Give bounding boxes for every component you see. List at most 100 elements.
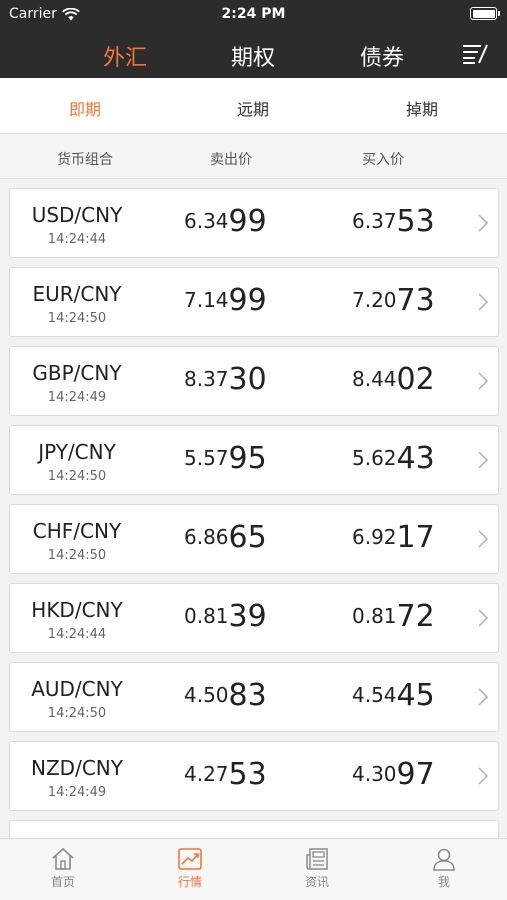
quote-row[interactable]: JPY/CNY 14:24:50 5.5795 5.6243 (9, 425, 499, 495)
sub-tabs: 即期 远期 掉期 (0, 78, 507, 134)
buy-price: 4.5445 (352, 678, 435, 713)
sell-price-prefix: 7.14 (184, 288, 229, 312)
tab-forex[interactable]: 外汇 (80, 40, 170, 72)
main-tabs: 外汇 期权 债券 (0, 30, 507, 78)
sell-price: 5.5795 (184, 441, 267, 476)
sell-price-pips: 95 (228, 441, 267, 476)
buy-price: 6.3753 (352, 204, 435, 239)
buy-price: 8.4402 (352, 362, 435, 397)
currency-pair: NZD/CNY (31, 756, 123, 780)
buy-price-pips: 72 (396, 599, 435, 634)
chevron-right-icon (478, 688, 489, 706)
quote-row[interactable]: EUR/CNY 14:24:50 7.1499 7.2073 (9, 267, 499, 337)
sell-price-pips: 30 (228, 362, 267, 397)
buy-price-pips: 73 (396, 283, 435, 318)
currency-pair: CHF/CNY (32, 519, 122, 543)
quote-time: 14:24:50 (47, 548, 107, 563)
tab-home-label: 首页 (50, 875, 75, 889)
top-bar: Carrier 2:24 PM 外汇 期权 债券 (0, 0, 507, 78)
buy-price-prefix: 6.92 (352, 525, 397, 549)
quote-row[interactable]: CHF/CNY 14:24:50 6.8665 6.9217 (9, 504, 499, 574)
quote-row[interactable]: GBP/CNY 14:24:49 8.3730 8.4402 (9, 346, 499, 416)
quote-time: 14:24:50 (47, 469, 107, 484)
tab-options[interactable]: 期权 (208, 40, 298, 72)
sell-price-pips: 65 (228, 520, 267, 555)
sell-price: 4.2753 (184, 757, 267, 792)
buy-price-pips: 97 (396, 757, 435, 792)
chevron-right-icon (478, 214, 489, 232)
home-icon (52, 847, 74, 870)
sell-price-pips: 53 (228, 757, 267, 792)
buy-price-pips: 45 (396, 678, 435, 713)
chevron-right-icon (478, 293, 489, 311)
sell-price-pips: 83 (228, 678, 267, 713)
sort-menu-icon[interactable] (461, 42, 489, 66)
currency-pair: USD/CNY (31, 203, 123, 227)
sell-price-prefix: 4.27 (184, 762, 229, 786)
tab-market[interactable]: 行情 (140, 847, 240, 890)
tab-news[interactable]: 资讯 (267, 847, 367, 890)
buy-price-prefix: 0.81 (352, 604, 397, 628)
sell-price-prefix: 8.37 (184, 367, 229, 391)
quote-time: 14:24:50 (47, 311, 107, 326)
quote-time: 14:24:44 (47, 627, 107, 642)
sell-price-prefix: 4.50 (184, 683, 229, 707)
column-header: 货币组合 卖出价 买入价 (0, 135, 507, 179)
buy-price-pips: 02 (396, 362, 435, 397)
column-buy: 买入价 (362, 152, 404, 168)
buy-price-prefix: 8.44 (352, 367, 397, 391)
chevron-right-icon (478, 767, 489, 785)
tab-market-label: 行情 (177, 875, 202, 889)
subtab-forward[interactable]: 远期 (203, 96, 303, 120)
sell-price-prefix: 0.81 (184, 604, 229, 628)
status-time: 2:24 PM (221, 6, 286, 22)
tab-home[interactable]: 首页 (13, 847, 113, 890)
quote-row[interactable]: NZD/CNY 14:24:49 4.2753 4.3097 (9, 741, 499, 811)
chevron-right-icon (478, 451, 489, 469)
sell-price-pips: 99 (228, 204, 267, 239)
subtab-spot[interactable]: 即期 (35, 96, 135, 120)
battery-icon (470, 7, 500, 20)
currency-pair: JPY/CNY (38, 440, 116, 464)
sell-price: 4.5083 (184, 678, 267, 713)
news-icon (306, 848, 328, 870)
buy-price-pips: 17 (396, 520, 435, 555)
buy-price-prefix: 4.54 (352, 683, 397, 707)
buy-price: 0.8172 (352, 599, 435, 634)
quote-time: 14:24:44 (47, 232, 107, 247)
profile-icon (433, 848, 455, 871)
quote-row[interactable]: USD/CNY 14:24:44 6.3499 6.3753 (9, 188, 499, 258)
tab-bonds[interactable]: 债券 (337, 40, 427, 72)
sell-price-pips: 99 (228, 283, 267, 318)
buy-price: 6.9217 (352, 520, 435, 555)
quote-row-partial[interactable] (9, 820, 499, 838)
buy-price: 4.3097 (352, 757, 435, 792)
buy-price: 7.2073 (352, 283, 435, 318)
tab-news-label: 资讯 (304, 875, 329, 889)
quote-time: 14:24:49 (47, 390, 107, 405)
tab-profile[interactable]: 我 (394, 847, 494, 890)
buy-price: 5.6243 (352, 441, 435, 476)
chevron-right-icon (478, 530, 489, 548)
bottom-tab-bar: 首页 行情 资讯 我 (0, 838, 507, 900)
currency-pair: HKD/CNY (31, 598, 123, 622)
sell-price: 6.3499 (184, 204, 267, 239)
column-sell: 卖出价 (210, 152, 252, 168)
sell-price-pips: 39 (228, 599, 267, 634)
subtab-swap[interactable]: 掉期 (372, 96, 472, 120)
currency-pair: EUR/CNY (32, 282, 122, 306)
quote-row[interactable]: HKD/CNY 14:24:44 0.8139 0.8172 (9, 583, 499, 653)
chevron-right-icon (478, 609, 489, 627)
status-bar: Carrier 2:24 PM (0, 0, 507, 28)
column-pair: 货币组合 (57, 152, 113, 168)
buy-price-prefix: 4.30 (352, 762, 397, 786)
sell-price: 8.3730 (184, 362, 267, 397)
quote-row[interactable]: AUD/CNY 14:24:50 4.5083 4.5445 (9, 662, 499, 732)
sell-price-prefix: 5.57 (184, 446, 229, 470)
quote-list[interactable]: USD/CNY 14:24:44 6.3499 6.3753 EUR/CNY 1… (0, 180, 507, 838)
currency-pair: AUD/CNY (31, 677, 123, 701)
buy-price-prefix: 6.37 (352, 209, 397, 233)
chevron-right-icon (478, 372, 489, 390)
buy-price-pips: 43 (396, 441, 435, 476)
sell-price: 0.8139 (184, 599, 267, 634)
